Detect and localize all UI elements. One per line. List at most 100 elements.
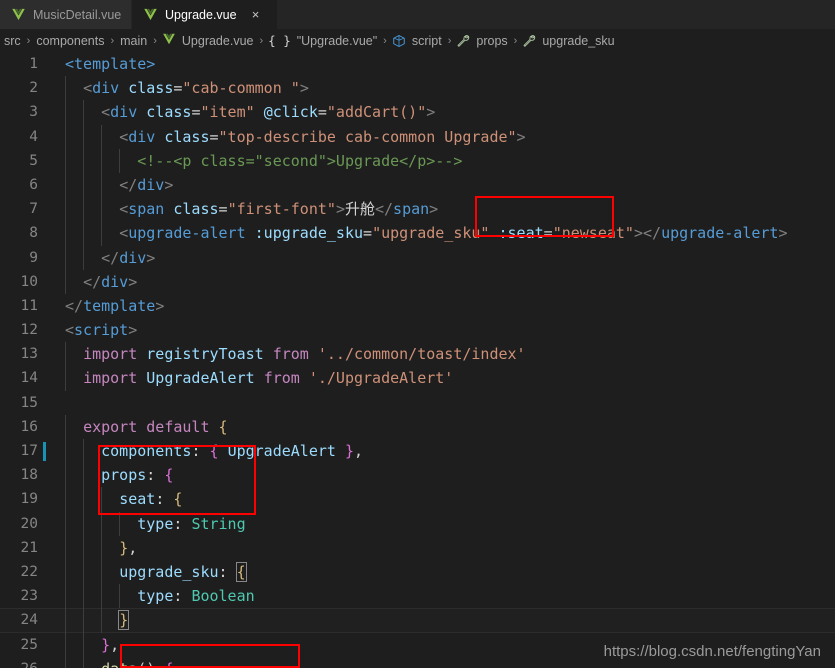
code-line[interactable]: 11 </template> (0, 294, 835, 318)
code-line[interactable]: 18 props: { (0, 463, 835, 488)
code-line[interactable]: 14 import UpgradeAlert from './UpgradeAl… (0, 366, 835, 391)
breadcrumb-label: "Upgrade.vue" (296, 33, 378, 48)
code-line[interactable]: 21 }, (0, 535, 835, 560)
code-line-content[interactable]: <span class="first-font">升舱</span> (38, 197, 835, 222)
breadcrumb-item-props[interactable]: props (456, 34, 508, 48)
code-line[interactable]: 3 <div class="item" @click="addCart()"> (0, 100, 835, 125)
code-line-content[interactable]: }, (38, 535, 835, 560)
code-line[interactable]: 8 <upgrade-alert :upgrade_sku="upgrade_s… (0, 221, 835, 246)
indent-guides (38, 608, 835, 633)
code-line-content[interactable]: export default { (38, 414, 835, 440)
breadcrumb-item-main[interactable]: main (119, 34, 148, 48)
line-number: 19 (20, 491, 38, 508)
code-line[interactable]: 6 </div> (0, 172, 835, 198)
code-line[interactable]: 23 type: Boolean (0, 584, 835, 609)
editor-tab-upgrade-vue[interactable]: Upgrade.vue × (132, 0, 278, 29)
line-number: 24 (20, 612, 38, 629)
code-line-content[interactable]: } (38, 608, 835, 633)
line-number: 11 (20, 297, 38, 314)
code-tokens: <script> (65, 321, 138, 340)
breadcrumb-separator-icon: › (447, 34, 452, 47)
tab-label: MusicDetail.vue (33, 7, 122, 22)
line-number: 9 (29, 249, 38, 266)
code-line[interactable]: 22 upgrade_sku: { (0, 559, 835, 585)
code-line[interactable]: 19 seat: { (0, 487, 835, 512)
breadcrumb-separator-icon: › (259, 34, 264, 47)
code-line[interactable]: 20 type: String (0, 511, 835, 536)
code-line[interactable]: 4 <div class="top-describe cab-common Up… (0, 124, 835, 149)
line-number: 14 (20, 370, 38, 387)
symbol-property-icon (456, 34, 470, 48)
code-line[interactable]: 7 <span class="first-font">升舱</span> (0, 197, 835, 222)
code-line-content[interactable]: <template> (38, 52, 835, 76)
json-braces-icon: { } (268, 33, 291, 48)
code-line[interactable]: 13 import registryToast from '../common/… (0, 342, 835, 367)
code-line-content[interactable]: type: String (38, 511, 835, 536)
code-line[interactable]: 2 <div class="cab-common "> (0, 76, 835, 101)
line-number: 6 (29, 176, 38, 193)
line-number: 17 (20, 443, 38, 459)
code-line-content[interactable]: <upgrade-alert :upgrade_sku="upgrade_sku… (38, 221, 835, 246)
code-tokens: }, (119, 538, 138, 557)
code-tokens: <div class="top-describe cab-common Upgr… (119, 127, 526, 146)
code-line-content[interactable]: <div class="cab-common "> (38, 76, 835, 101)
breadcrumb-separator-icon: › (26, 34, 31, 47)
indent-guides (38, 52, 835, 76)
line-number: 16 (20, 418, 38, 435)
code-line[interactable]: 24 } (0, 608, 835, 633)
code-line[interactable]: 1 <template> (0, 52, 835, 76)
code-tokens: upgrade_sku: { (119, 561, 247, 582)
breadcrumb-item-script[interactable]: script (392, 34, 443, 48)
tab-bar-empty-space (278, 0, 835, 29)
code-line-content[interactable]: upgrade_sku: { (38, 559, 835, 585)
code-line-content[interactable]: import UpgradeAlert from './UpgradeAlert… (38, 366, 835, 391)
code-tokens: </div> (119, 175, 174, 194)
code-tokens: data() { (65, 660, 173, 668)
code-line-content[interactable]: props: { (38, 463, 835, 488)
code-line-content[interactable]: components: { UpgradeAlert }, (38, 439, 835, 464)
code-line[interactable]: 10 </div> (0, 269, 835, 294)
line-number: 20 (20, 515, 38, 532)
code-line[interactable]: 5 <!--<p class="second">Upgrade</p>--> (0, 148, 835, 173)
code-line-content[interactable]: </template> (38, 294, 835, 318)
breadcrumb-label: src (4, 33, 21, 48)
code-line[interactable]: 15 (0, 391, 835, 415)
breadcrumb: src › components › main › Upgrade.vue › { } "Upgr… (0, 29, 835, 52)
breadcrumb-item-src[interactable]: src (3, 34, 22, 48)
close-icon[interactable]: × (250, 8, 262, 21)
code-line-content[interactable]: type: Boolean (38, 584, 835, 609)
tab-label: Upgrade.vue (165, 7, 237, 22)
code-line-content[interactable]: <!--<p class="second">Upgrade</p>--> (38, 148, 835, 173)
code-tokens: } (118, 610, 130, 631)
line-number: 23 (20, 588, 38, 605)
breadcrumb-separator-icon: › (513, 34, 518, 47)
code-line-content[interactable]: <div class="item" @click="addCart()"> (38, 100, 835, 125)
watermark: https://blog.csdn.net/fengtingYan (603, 643, 821, 660)
code-line-content[interactable]: seat: { (38, 487, 835, 512)
line-number: 18 (20, 467, 38, 484)
code-line[interactable]: 12 <script> (0, 318, 835, 342)
breadcrumb-item-upgrade-vue[interactable]: Upgrade.vue (162, 32, 255, 49)
code-line[interactable]: 17 components: { UpgradeAlert }, (0, 439, 835, 464)
symbol-module-icon (392, 34, 406, 48)
code-tokens: import UpgradeAlert from './UpgradeAlert… (83, 369, 454, 388)
code-line[interactable]: 9 </div> (0, 245, 835, 270)
code-tokens: <template> (65, 55, 156, 73)
code-line-content[interactable]: </div> (38, 245, 835, 270)
editor-tab-musicdetail-vue[interactable]: MusicDetail.vue× (0, 0, 132, 29)
breadcrumb-label: props (476, 33, 508, 48)
breadcrumb-label: components (36, 33, 105, 48)
breadcrumb-item-upgrade_sku[interactable]: upgrade_sku (522, 34, 615, 48)
line-number: 7 (29, 201, 38, 218)
breadcrumb-item-upgrade-vue[interactable]: { } "Upgrade.vue" (268, 33, 378, 48)
code-editor[interactable]: 1 <template> 2 <div class="cab-common "> 3 … (0, 52, 835, 668)
code-line-content[interactable]: <script> (38, 318, 835, 342)
breadcrumb-label: Upgrade.vue (181, 33, 254, 48)
code-line-content[interactable]: </div> (38, 172, 835, 198)
code-line[interactable]: 16 export default { (0, 414, 835, 440)
code-line-content[interactable]: </div> (38, 269, 835, 294)
breadcrumb-item-components[interactable]: components (35, 34, 105, 48)
code-line-content[interactable]: import registryToast from '../common/toa… (38, 342, 835, 367)
line-number: 13 (20, 346, 38, 363)
code-line-content[interactable]: <div class="top-describe cab-common Upgr… (38, 124, 835, 149)
